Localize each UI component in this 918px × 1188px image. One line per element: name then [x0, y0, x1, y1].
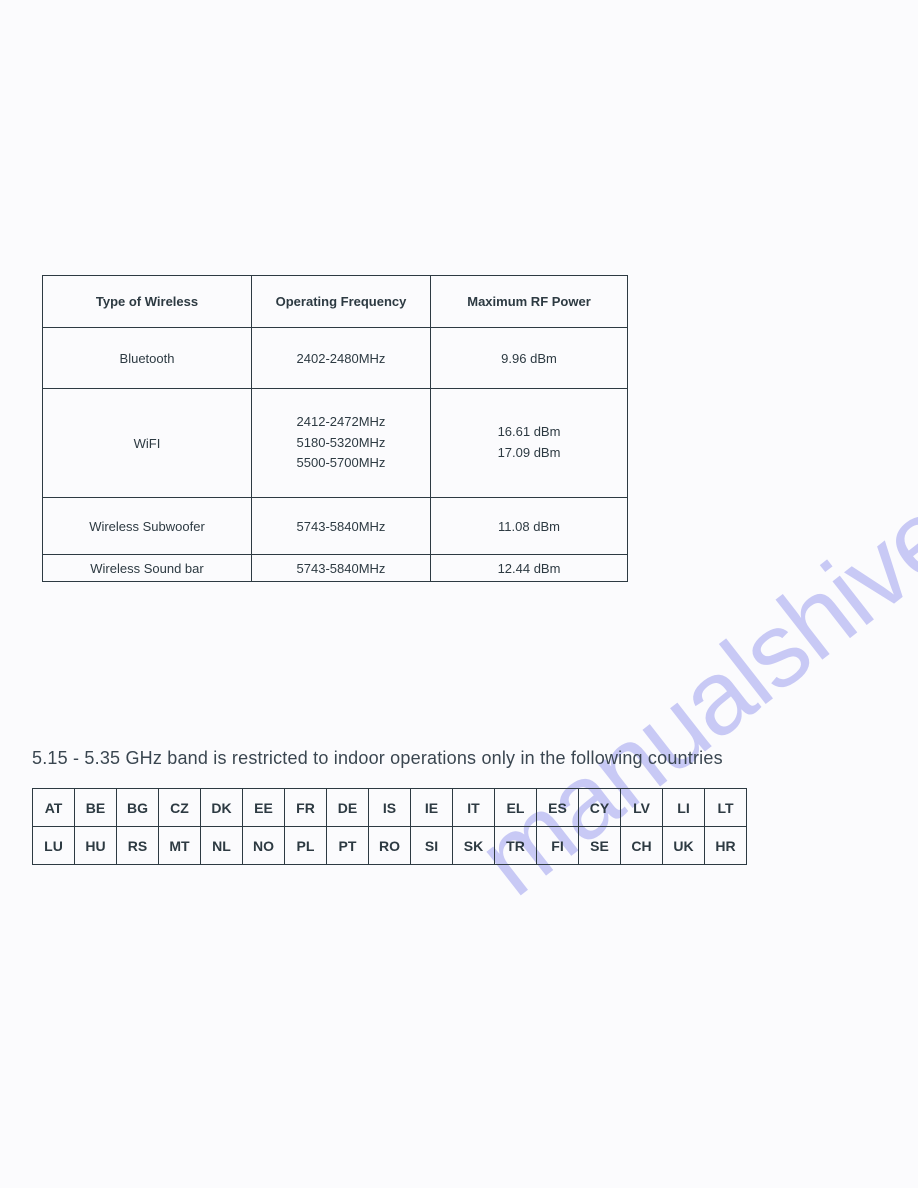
cell-power: 12.44 dBm: [431, 555, 628, 582]
countries-row: AT BE BG CZ DK EE FR DE IS IE IT EL ES C…: [33, 789, 747, 827]
country-code: SI: [411, 827, 453, 865]
country-code: NO: [243, 827, 285, 865]
cell-power: 9.96 dBm: [431, 328, 628, 389]
table-row: Bluetooth 2402-2480MHz 9.96 dBm: [43, 328, 628, 389]
country-code: MT: [159, 827, 201, 865]
country-code: HR: [705, 827, 747, 865]
country-code: PT: [327, 827, 369, 865]
restriction-note: 5.15 - 5.35 GHz band is restricted to in…: [32, 748, 723, 769]
country-code: SK: [453, 827, 495, 865]
country-code: CY: [579, 789, 621, 827]
country-code: NL: [201, 827, 243, 865]
country-code: LU: [33, 827, 75, 865]
country-code: PL: [285, 827, 327, 865]
table-row: WiFI 2412-2472MHz5180-5320MHz5500-5700MH…: [43, 389, 628, 498]
country-code: DK: [201, 789, 243, 827]
country-code: CH: [621, 827, 663, 865]
country-code: LT: [705, 789, 747, 827]
header-freq: Operating Frequency: [252, 276, 431, 328]
country-code: SE: [579, 827, 621, 865]
cell-type: WiFI: [43, 389, 252, 498]
country-code: IT: [453, 789, 495, 827]
cell-type: Wireless Subwoofer: [43, 498, 252, 555]
header-power: Maximum RF Power: [431, 276, 628, 328]
cell-power: 11.08 dBm: [431, 498, 628, 555]
country-code: RS: [117, 827, 159, 865]
country-code: IE: [411, 789, 453, 827]
country-code: UK: [663, 827, 705, 865]
country-code: ES: [537, 789, 579, 827]
country-code: DE: [327, 789, 369, 827]
country-code: TR: [495, 827, 537, 865]
cell-type: Bluetooth: [43, 328, 252, 389]
cell-freq: 5743-5840MHz: [252, 498, 431, 555]
country-code: LI: [663, 789, 705, 827]
country-code: FR: [285, 789, 327, 827]
countries-row: LU HU RS MT NL NO PL PT RO SI SK TR FI S…: [33, 827, 747, 865]
table-row: Wireless Subwoofer 5743-5840MHz 11.08 dB…: [43, 498, 628, 555]
country-code: EL: [495, 789, 537, 827]
country-code: FI: [537, 827, 579, 865]
cell-power: 16.61 dBm17.09 dBm: [431, 389, 628, 498]
header-type: Type of Wireless: [43, 276, 252, 328]
country-code: BG: [117, 789, 159, 827]
country-code: CZ: [159, 789, 201, 827]
country-code: AT: [33, 789, 75, 827]
country-code: RO: [369, 827, 411, 865]
cell-freq: 2412-2472MHz5180-5320MHz5500-5700MHz: [252, 389, 431, 498]
country-code: IS: [369, 789, 411, 827]
countries-table: AT BE BG CZ DK EE FR DE IS IE IT EL ES C…: [32, 788, 747, 865]
table-header-row: Type of Wireless Operating Frequency Max…: [43, 276, 628, 328]
country-code: BE: [75, 789, 117, 827]
wireless-spec-table: Type of Wireless Operating Frequency Max…: [42, 275, 628, 582]
country-code: EE: [243, 789, 285, 827]
table-row: Wireless Sound bar 5743-5840MHz 12.44 dB…: [43, 555, 628, 582]
country-code: HU: [75, 827, 117, 865]
country-code: LV: [621, 789, 663, 827]
cell-freq: 2402-2480MHz: [252, 328, 431, 389]
cell-freq: 5743-5840MHz: [252, 555, 431, 582]
cell-type: Wireless Sound bar: [43, 555, 252, 582]
